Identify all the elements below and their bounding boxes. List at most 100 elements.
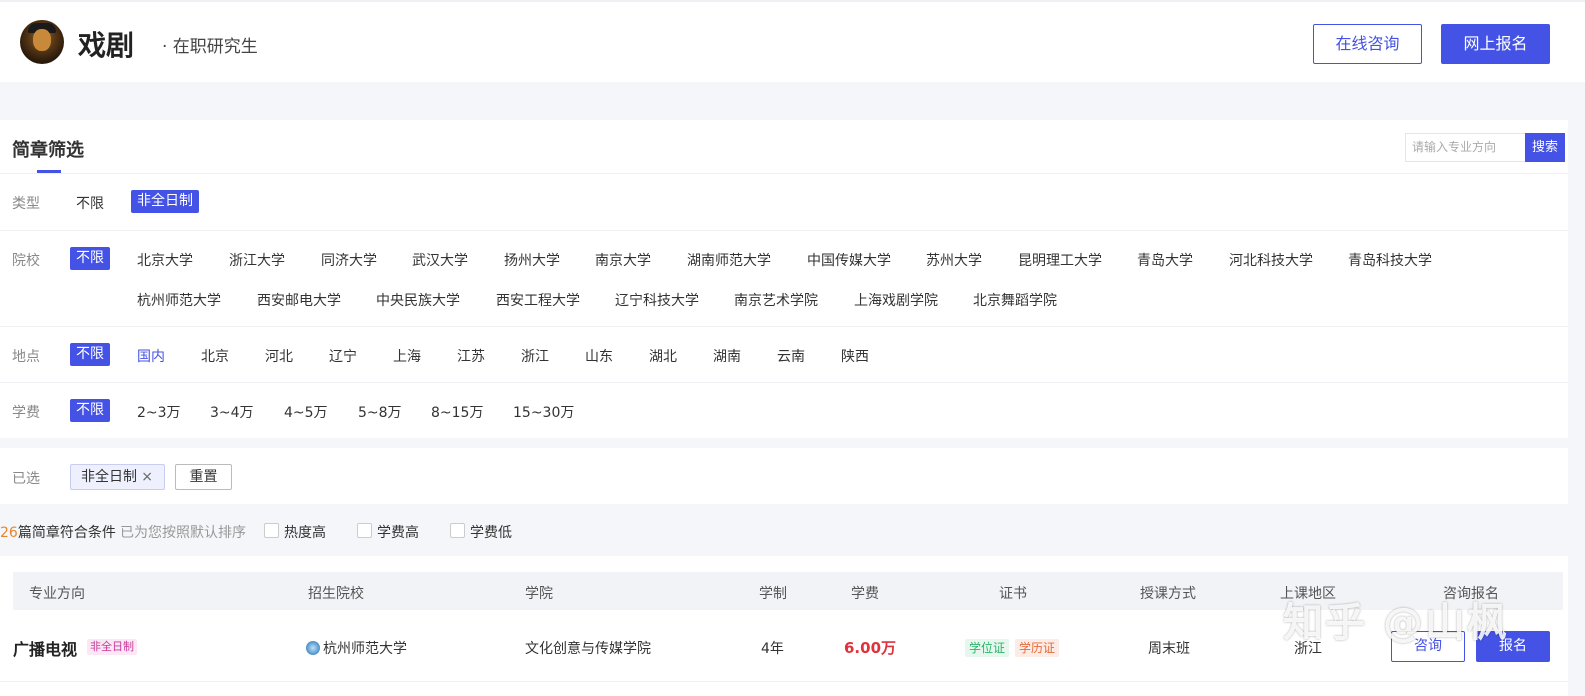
filter-school-option[interactable]: 湖南师范大学 — [687, 250, 771, 270]
filter-school-option[interactable]: 西安邮电大学 — [257, 290, 341, 310]
filter-location-option-domestic[interactable]: 国内 — [137, 346, 165, 366]
avatar-face-shape — [33, 29, 51, 51]
filter-location-label: 地点 — [12, 349, 40, 365]
selected-filter-chip-label: 非全日制 — [81, 469, 137, 485]
sort-option-label: 热度高 — [284, 525, 326, 541]
diploma-certificate-badge: 学历证 — [1015, 639, 1060, 657]
filter-school-option[interactable]: 中国传媒大学 — [807, 250, 891, 270]
major-name[interactable]: 广播电视 — [13, 636, 77, 660]
filter-fee-label: 学费 — [12, 405, 40, 421]
filter-school-option[interactable]: 南京艺术学院 — [734, 290, 818, 310]
filter-location-option[interactable]: 云南 — [777, 346, 805, 366]
result-count-suffix: 篇简章符合条件 — [17, 525, 116, 541]
filter-school-option[interactable]: 北京舞蹈学院 — [973, 290, 1057, 310]
filter-location-option[interactable]: 浙江 — [521, 346, 549, 366]
major-search-input[interactable]: 请输入专业方向 — [1405, 133, 1525, 162]
column-header: 招生院校 — [308, 586, 364, 602]
degree-certificate-badge: 学位证 — [965, 639, 1010, 657]
divider — [0, 326, 1568, 327]
page-title: 戏剧 — [78, 29, 135, 62]
college-cell: 文化创意与传媒学院 — [525, 641, 651, 657]
filter-location-option[interactable]: 湖北 — [649, 346, 677, 366]
sort-option-popularity[interactable]: 热度高 — [264, 522, 326, 542]
filter-school-option[interactable]: 青岛大学 — [1137, 250, 1193, 270]
sort-hint: 已为您按照默认排序 — [120, 525, 246, 541]
filter-school-option[interactable]: 杭州师范大学 — [137, 290, 221, 310]
divider — [0, 230, 1568, 231]
filter-type-label: 类型 — [12, 196, 40, 212]
selected-filters-bar: 已选 非全日制 × 重置 — [0, 448, 1568, 504]
filter-location-option[interactable]: 上海 — [393, 346, 421, 366]
filter-type-option[interactable]: 不限 — [76, 193, 104, 213]
close-icon[interactable]: × — [141, 465, 153, 489]
filter-school-option[interactable]: 辽宁科技大学 — [615, 290, 699, 310]
filter-school-option[interactable]: 同济大学 — [321, 250, 377, 270]
divider — [0, 173, 1568, 174]
filter-school-label: 院校 — [12, 253, 40, 269]
filter-school-option[interactable]: 北京大学 — [137, 250, 193, 270]
filter-panel: 简章筛选 请输入专业方向 搜索 类型 不限 非全日制 院校 不限 北京大学 浙江… — [0, 120, 1568, 438]
selected-label: 已选 — [12, 471, 40, 487]
reset-button[interactable]: 重置 — [175, 464, 232, 490]
result-count-number: 26 — [0, 525, 18, 541]
filter-school-option[interactable]: 昆明理工大学 — [1018, 250, 1102, 270]
online-apply-button[interactable]: 网上报名 — [1441, 24, 1550, 64]
filter-school-option[interactable]: 河北科技大学 — [1229, 250, 1313, 270]
teaching-mode-cell: 周末班 — [1148, 641, 1190, 657]
watermark: 知乎 @山枫 — [1283, 600, 1509, 646]
filter-fee-option[interactable]: 4~5万 — [284, 402, 328, 422]
result-bar: 26篇简章符合条件 已为您按照默认排序 热度高 学费高 学费低 — [0, 506, 1568, 554]
selected-filter-chip[interactable]: 非全日制 × — [70, 464, 165, 490]
school-logo-icon — [306, 641, 320, 655]
search-button[interactable]: 搜索 — [1525, 133, 1565, 162]
filter-fee-option[interactable]: 2~3万 — [137, 402, 181, 422]
checkbox[interactable] — [450, 523, 465, 538]
filter-fee-option[interactable]: 5~8万 — [358, 402, 402, 422]
filter-school-option[interactable]: 苏州大学 — [926, 250, 982, 270]
filter-panel-title: 简章筛选 — [12, 140, 84, 161]
column-header: 学制 — [759, 586, 787, 602]
sort-option-fee-low[interactable]: 学费低 — [450, 522, 512, 542]
column-header: 证书 — [999, 586, 1027, 602]
filter-school-option[interactable]: 西安工程大学 — [496, 290, 580, 310]
filter-school-option[interactable]: 中央民族大学 — [376, 290, 460, 310]
sort-option-fee-high[interactable]: 学费高 — [357, 522, 419, 542]
filter-location-option[interactable]: 江苏 — [457, 346, 485, 366]
filter-fee-option[interactable]: 3~4万 — [210, 402, 254, 422]
filter-school-option[interactable]: 浙江大学 — [229, 250, 285, 270]
filter-location-option[interactable]: 山东 — [585, 346, 613, 366]
filter-school-option[interactable]: 上海戏剧学院 — [854, 290, 938, 310]
checkbox[interactable] — [357, 523, 372, 538]
header: 戏剧 · 在职研究生 在线咨询 网上报名 — [0, 0, 1585, 82]
checkbox[interactable] — [264, 523, 279, 538]
filter-fee-option[interactable]: 8~15万 — [431, 402, 483, 422]
filter-fee-option[interactable]: 15~30万 — [513, 402, 574, 422]
filter-location-option-selected[interactable]: 不限 — [70, 343, 110, 366]
result-count: 26篇简章符合条件 — [0, 522, 116, 542]
fee-cell: 6.00万 — [844, 639, 897, 657]
filter-school-option[interactable]: 青岛科技大学 — [1348, 250, 1432, 270]
column-header: 学院 — [525, 586, 553, 602]
sort-option-label: 学费高 — [377, 525, 419, 541]
duration-cell: 4年 — [761, 641, 784, 657]
filter-location-option[interactable]: 陕西 — [841, 346, 869, 366]
filter-location-option[interactable]: 河北 — [265, 346, 293, 366]
page: 戏剧 · 在职研究生 在线咨询 网上报名 简章筛选 请输入专业方向 搜索 类型 … — [0, 0, 1585, 696]
sort-option-label: 学费低 — [470, 525, 512, 541]
filter-location-option[interactable]: 湖南 — [713, 346, 741, 366]
filter-school-option-selected[interactable]: 不限 — [70, 247, 110, 270]
filter-school-option[interactable]: 南京大学 — [595, 250, 651, 270]
divider — [0, 382, 1568, 383]
filter-school-option[interactable]: 扬州大学 — [504, 250, 560, 270]
online-consult-button[interactable]: 在线咨询 — [1313, 24, 1422, 64]
filter-location-option[interactable]: 北京 — [201, 346, 229, 366]
school-cell[interactable]: 杭州师范大学 — [306, 638, 407, 658]
major-avatar-image — [20, 20, 64, 64]
filter-fee-option-selected[interactable]: 不限 — [70, 399, 110, 422]
filter-location-option[interactable]: 辽宁 — [329, 346, 357, 366]
filter-type-option-selected[interactable]: 非全日制 — [131, 190, 199, 213]
school-name: 杭州师范大学 — [323, 641, 407, 657]
study-type-badge: 非全日制 — [87, 639, 137, 655]
column-header: 学费 — [851, 586, 879, 602]
filter-school-option[interactable]: 武汉大学 — [412, 250, 468, 270]
